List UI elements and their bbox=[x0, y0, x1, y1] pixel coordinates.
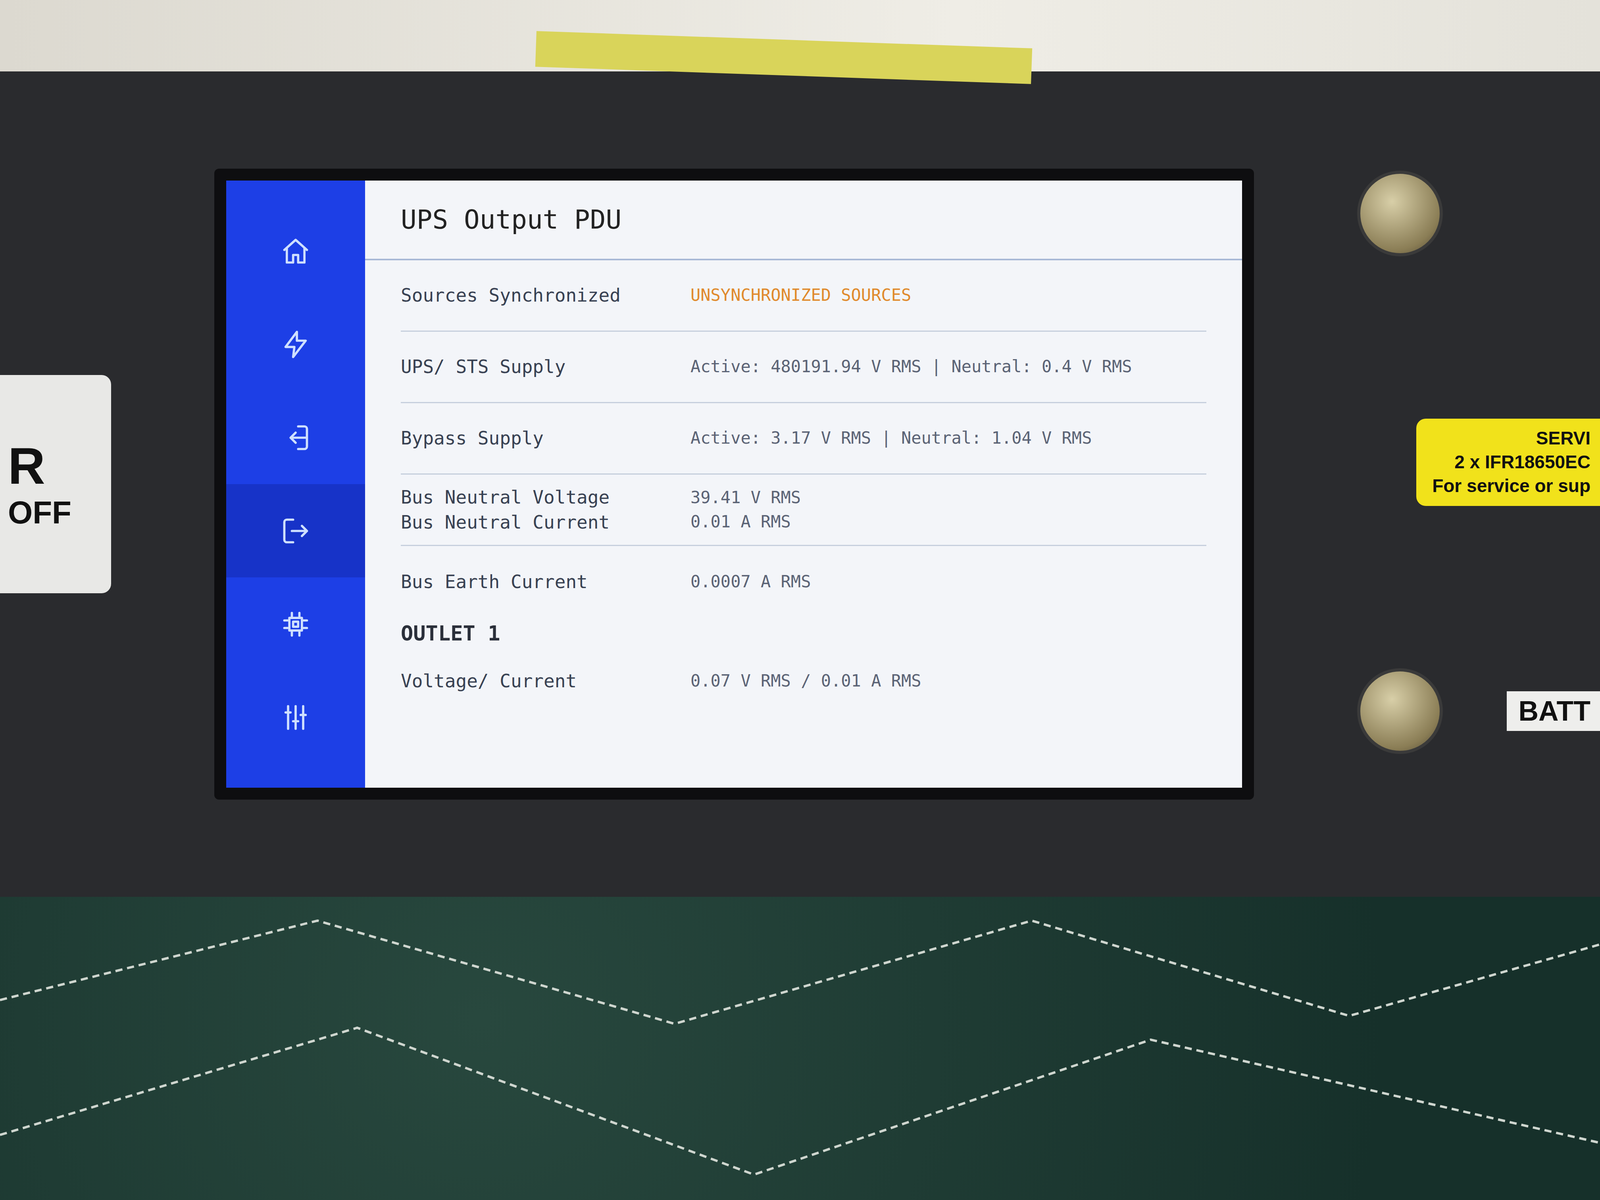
row-value: UNSYNCHRONIZED SOURCES bbox=[690, 283, 1207, 308]
sidebar-item[interactable] bbox=[226, 670, 366, 764]
battery-label: BATT bbox=[1506, 691, 1600, 731]
data-row: Bypass SupplyActive: 3.17 V RMS | Neutra… bbox=[400, 403, 1207, 475]
row-value: 39.41 V RMS0.01 A RMS bbox=[690, 485, 1207, 535]
stitching-icon bbox=[0, 896, 1600, 1200]
data-row: Voltage/ Current0.07 V RMS / 0.01 A RMS bbox=[400, 645, 1207, 717]
label-text: R bbox=[7, 437, 46, 495]
row-label: Sources Synchronized bbox=[400, 282, 691, 308]
screen-bezel: UPS Output PDUSources SynchronizedUNSYNC… bbox=[214, 168, 1254, 800]
page-title: UPS Output PDU bbox=[365, 180, 1243, 261]
battery-compartment: SERVI2 x IFR18650ECFor service or sup BAT… bbox=[1253, 71, 1600, 897]
sidebar-item[interactable] bbox=[226, 297, 366, 391]
sidebar-item[interactable] bbox=[226, 577, 366, 671]
moving-blanket bbox=[0, 896, 1600, 1200]
data-row: Sources SynchronizedUNSYNCHRONIZED SOURC… bbox=[400, 260, 1207, 332]
login-icon bbox=[280, 422, 311, 453]
row-label: Bus Neutral VoltageBus Neutral Current bbox=[400, 484, 691, 535]
switch-label: ROFF bbox=[0, 375, 112, 594]
sidebar-item[interactable] bbox=[226, 204, 366, 298]
outlet-title: OUTLET 1 bbox=[400, 621, 1207, 646]
logout-icon bbox=[280, 515, 311, 547]
device-panel: ROFFUPS Output PDUSources SynchronizedUN… bbox=[0, 71, 1600, 897]
bolt-icon bbox=[280, 329, 311, 360]
thumbscrew-icon[interactable] bbox=[1357, 668, 1443, 754]
chip-icon bbox=[280, 609, 311, 640]
photo-scene: ROFFUPS Output PDUSources SynchronizedUN… bbox=[0, 0, 1600, 1200]
sidebar-item[interactable] bbox=[226, 390, 366, 485]
row-label: Voltage/ Current bbox=[400, 668, 691, 694]
row-value: 0.07 V RMS / 0.01 A RMS bbox=[690, 669, 1207, 694]
content: UPS Output PDUSources SynchronizedUNSYNC… bbox=[365, 180, 1243, 788]
wall bbox=[0, 0, 1600, 72]
sliders-icon bbox=[280, 702, 311, 733]
data-row: UPS/ STS SupplyActive: 480191.94 V RMS |… bbox=[400, 331, 1207, 404]
home-icon bbox=[280, 236, 311, 267]
outlet-section: OUTLET 1Voltage/ Current0.07 V RMS / 0.0… bbox=[365, 621, 1243, 717]
row-value: Active: 480191.94 V RMS | Neutral: 0.4 V… bbox=[690, 354, 1207, 379]
data-row: Bus Earth Current0.0007 A RMS bbox=[400, 546, 1207, 618]
row-label: Bypass Supply bbox=[400, 425, 691, 451]
data-row: Bus Neutral VoltageBus Neutral Current39… bbox=[400, 474, 1207, 547]
row-label: UPS/ STS Supply bbox=[400, 354, 691, 379]
row-label: Bus Earth Current bbox=[400, 569, 691, 595]
thumbscrew-icon[interactable] bbox=[1357, 170, 1443, 257]
row-value: Active: 3.17 V RMS | Neutral: 1.04 V RMS bbox=[690, 426, 1207, 451]
row-value: 0.0007 A RMS bbox=[690, 569, 1207, 595]
sidebar-item[interactable] bbox=[226, 484, 366, 578]
touch-screen: UPS Output PDUSources SynchronizedUNSYNC… bbox=[226, 180, 1243, 788]
sidebar bbox=[226, 180, 366, 788]
service-label: SERVI2 x IFR18650ECFor service or sup bbox=[1416, 418, 1600, 506]
label-text: OFF bbox=[7, 494, 72, 531]
